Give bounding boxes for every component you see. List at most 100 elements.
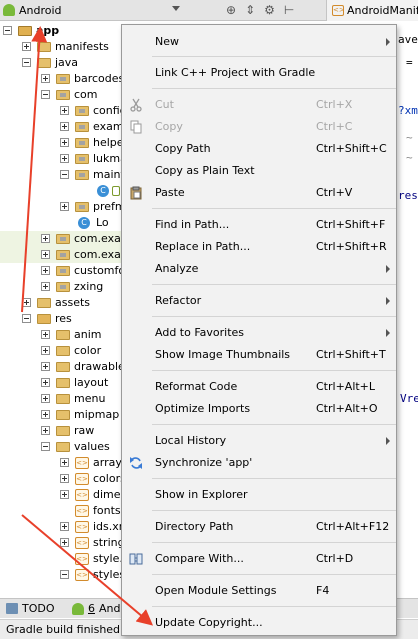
- menu-item-label: Synchronize 'app': [155, 456, 253, 469]
- expand-icon[interactable]: [60, 522, 69, 531]
- expand-icon[interactable]: [60, 474, 69, 483]
- tree-item-mipmap[interactable]: mipmap: [0, 407, 126, 423]
- expand-icon[interactable]: [60, 490, 69, 499]
- menu-item-link-cpp[interactable]: Link C++ Project with Gradle: [122, 62, 396, 84]
- expand-icon[interactable]: [41, 394, 50, 403]
- hide-panel-icon[interactable]: ⊢: [284, 3, 294, 17]
- expand-icon[interactable]: [41, 362, 50, 371]
- collapse-icon[interactable]: [3, 26, 12, 35]
- collapse-icon[interactable]: [60, 570, 69, 579]
- collapse-icon[interactable]: [22, 58, 31, 67]
- menu-item-open-module-settings[interactable]: Open Module Settings F4: [122, 580, 396, 602]
- tree-item-color[interactable]: color: [0, 343, 126, 359]
- tree-item-label: com.exan: [74, 248, 126, 261]
- collapse-all-icon[interactable]: ⇕: [245, 3, 255, 17]
- expand-icon[interactable]: [60, 538, 69, 547]
- menu-item-replace-in-path[interactable]: Replace in Path... Ctrl+Shift+R: [122, 236, 396, 258]
- tree-item-lukma[interactable]: lukma: [0, 151, 126, 167]
- expand-icon[interactable]: [22, 42, 31, 51]
- tree-item-arrays[interactable]: <> array: [0, 455, 126, 471]
- tree-item-styles[interactable]: <> styles: [0, 567, 126, 583]
- gear-icon[interactable]: ⚙: [264, 3, 275, 17]
- tree-item-examp[interactable]: examp: [0, 119, 126, 135]
- menu-item-copy[interactable]: Copy Ctrl+C: [122, 116, 396, 138]
- menu-item-analyze[interactable]: Analyze: [122, 258, 396, 280]
- tree-item-raw[interactable]: raw: [0, 423, 126, 439]
- expand-icon[interactable]: [60, 122, 69, 131]
- tree-item-login[interactable]: C Lo: [0, 215, 126, 231]
- tree-item-assets[interactable]: assets: [0, 295, 126, 311]
- tree-item-ids[interactable]: <> ids.xn: [0, 519, 126, 535]
- menu-item-add-to-favorites[interactable]: Add to Favorites: [122, 322, 396, 344]
- collapse-icon[interactable]: [22, 314, 31, 323]
- tree-item-fonts[interactable]: <> fonts: [0, 503, 126, 519]
- menu-item-new[interactable]: New: [122, 31, 396, 53]
- todo-tab[interactable]: TODO: [6, 602, 55, 615]
- menu-item-local-history[interactable]: Local History: [122, 430, 396, 452]
- expand-icon[interactable]: [60, 458, 69, 467]
- menu-item-synchronize[interactable]: Synchronize 'app': [122, 452, 396, 474]
- tree-item-app[interactable]: app: [0, 23, 126, 39]
- tree-item-res[interactable]: res: [0, 311, 126, 327]
- collapse-icon[interactable]: [60, 170, 69, 179]
- menu-item-show-in-explorer[interactable]: Show in Explorer: [122, 484, 396, 506]
- menu-item-find-in-path[interactable]: Find in Path... Ctrl+Shift+F: [122, 214, 396, 236]
- expand-icon[interactable]: [60, 202, 69, 211]
- expand-icon[interactable]: [41, 378, 50, 387]
- menu-item-cut[interactable]: Cut Ctrl+X: [122, 94, 396, 116]
- collapse-icon[interactable]: [41, 90, 50, 99]
- menu-item-show-image-thumbnails[interactable]: Show Image Thumbnails Ctrl+Shift+T: [122, 344, 396, 366]
- tree-item-customfor[interactable]: customfor: [0, 263, 126, 279]
- tree-item-menu[interactable]: menu: [0, 391, 126, 407]
- expand-icon[interactable]: [60, 138, 69, 147]
- tree-item-layout[interactable]: layout: [0, 375, 126, 391]
- menu-item-refactor[interactable]: Refactor: [122, 290, 396, 312]
- tree-item-colors[interactable]: <> colors: [0, 471, 126, 487]
- menu-item-compare-with[interactable]: Compare With... Ctrl+D: [122, 548, 396, 570]
- tree-item-values[interactable]: values: [0, 439, 126, 455]
- expand-icon[interactable]: [41, 250, 50, 259]
- tree-item-style[interactable]: <> style.: [0, 551, 126, 567]
- collapse-icon[interactable]: [41, 442, 50, 451]
- tree-item-barcodescanner[interactable]: barcodesc: [0, 71, 126, 87]
- menu-item-paste[interactable]: Paste Ctrl+V: [122, 182, 396, 204]
- project-view-selector[interactable]: Android: [3, 2, 62, 18]
- tree-item-dimens[interactable]: <> dimer: [0, 487, 126, 503]
- expand-icon[interactable]: [60, 106, 69, 115]
- tree-item-drawable[interactable]: drawable: [0, 359, 126, 375]
- menu-separator: [152, 208, 396, 209]
- expand-icon[interactable]: [41, 330, 50, 339]
- tree-item-class[interactable]: C: [0, 183, 126, 199]
- tree-item-manifests[interactable]: manifests: [0, 39, 126, 55]
- tree-item-java[interactable]: java: [0, 55, 126, 71]
- chevron-down-icon[interactable]: [172, 6, 180, 11]
- expand-icon[interactable]: [60, 154, 69, 163]
- expand-icon[interactable]: [41, 234, 50, 243]
- expand-icon[interactable]: [41, 74, 50, 83]
- tree-item-zxing[interactable]: zxing: [0, 279, 126, 295]
- expand-icon[interactable]: [41, 282, 50, 291]
- tree-item-maint[interactable]: maint: [0, 167, 126, 183]
- tree-item-com[interactable]: com: [0, 87, 126, 103]
- menu-item-optimize-imports[interactable]: Optimize Imports Ctrl+Alt+O: [122, 398, 396, 420]
- tree-item-configu[interactable]: configu: [0, 103, 126, 119]
- menu-item-update-copyright[interactable]: Update Copyright...: [122, 612, 396, 634]
- expand-icon[interactable]: [41, 426, 50, 435]
- menu-item-directory-path[interactable]: Directory Path Ctrl+Alt+F12: [122, 516, 396, 538]
- expand-icon[interactable]: [41, 346, 50, 355]
- tree-item-com-example-1[interactable]: com.exan: [0, 231, 126, 247]
- expand-icon[interactable]: [41, 266, 50, 275]
- expand-icon[interactable]: [41, 410, 50, 419]
- tree-item-helpe[interactable]: helpe: [0, 135, 126, 151]
- menu-item-copy-path[interactable]: Copy Path Ctrl+Shift+C: [122, 138, 396, 160]
- tree-item-prefm[interactable]: prefm: [0, 199, 126, 215]
- tab-android-manifest[interactable]: <> AndroidManife: [326, 0, 418, 21]
- tree-item-anim[interactable]: anim: [0, 327, 126, 343]
- sync-scroll-icon[interactable]: ⊕: [226, 3, 236, 17]
- menu-item-reformat-code[interactable]: Reformat Code Ctrl+Alt+L: [122, 376, 396, 398]
- menu-item-copy-plain-text[interactable]: Copy as Plain Text: [122, 160, 396, 182]
- tree-item-com-example-2[interactable]: com.exan: [0, 247, 126, 263]
- android-monitor-tab[interactable]: 6 And: [72, 602, 120, 615]
- expand-icon[interactable]: [22, 298, 31, 307]
- tree-item-strings[interactable]: <> string: [0, 535, 126, 551]
